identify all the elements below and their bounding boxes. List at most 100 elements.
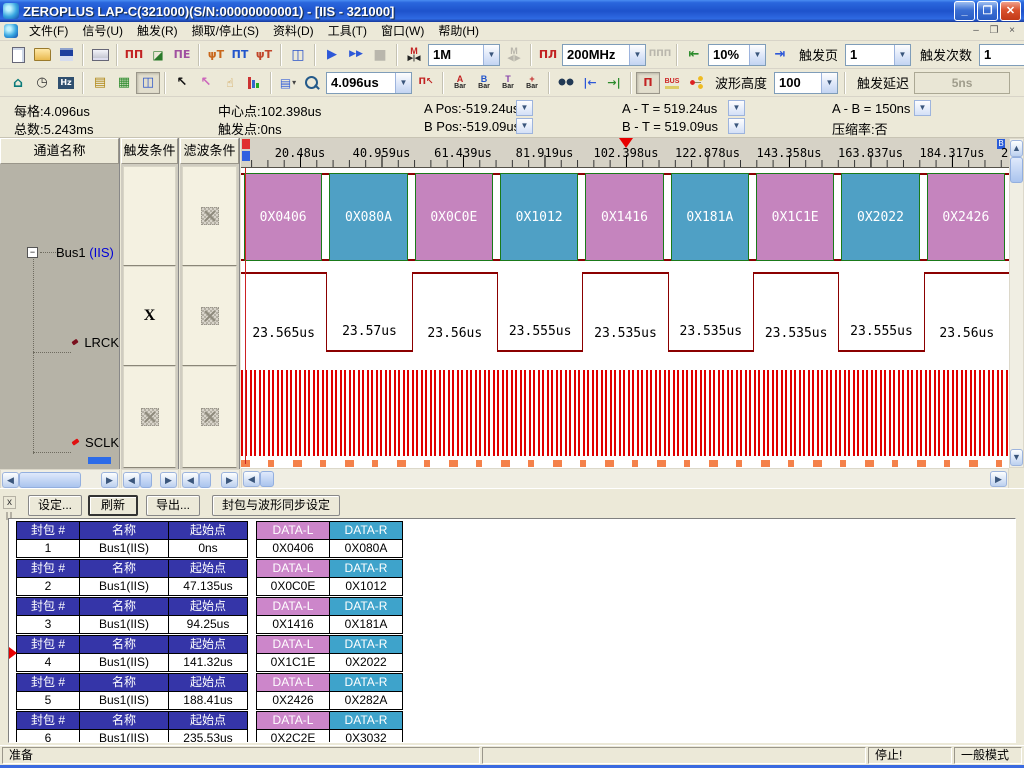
scroll-thumb[interactable] [19, 472, 81, 488]
bus-value-block[interactable]: 0X181A [671, 173, 749, 261]
bus-waveform-row[interactable]: 0X04060X080A0X0C0E0X10120X14160X181A0X1C… [241, 168, 1009, 266]
channel-row-sclk[interactable]: SCLK [0, 432, 119, 452]
trigger-cursor-icon[interactable]: П↖ [414, 72, 438, 94]
packet-item[interactable]: 封包 #名称起始点DATA-LDATA-R3Bus1(IIS)94.25us0X… [16, 597, 406, 633]
mdi-close-button[interactable]: × [1004, 24, 1020, 38]
clock-icon[interactable]: ◷ [30, 72, 54, 94]
event-trigger-icon[interactable]: ПE [170, 44, 194, 66]
pulse-width-trigger-icon[interactable]: ПП [122, 44, 146, 66]
bus-value-block[interactable]: 0X0406 [244, 173, 322, 261]
dropdown-arrow-icon[interactable]: ▼ [821, 73, 837, 93]
wave-display-mode-icon[interactable]: ▤▾ [276, 72, 300, 94]
mdi-minimize-button[interactable]: – [968, 24, 984, 38]
scroll-thumb[interactable] [1010, 157, 1023, 183]
zoom-tool-icon[interactable] [300, 72, 324, 94]
waveform-hscrollbar[interactable]: ◀ ▶ [241, 468, 1009, 489]
dropdown-arrow-icon[interactable]: ▼ [483, 45, 499, 65]
settings-button[interactable]: 设定... [28, 495, 82, 516]
multi-select-tool-icon[interactable]: ↖ [194, 72, 218, 94]
navigator-window-icon[interactable]: ◫ [136, 72, 160, 94]
export-button[interactable]: 导出... [146, 495, 200, 516]
trigger-mark-t-icon[interactable]: ПT [228, 44, 252, 66]
dropdown-arrow-icon[interactable]: ▼ [749, 45, 765, 65]
display-range-select[interactable]: 4.096us▼ [326, 72, 412, 94]
menu-item[interactable]: 窗口(W) [374, 22, 431, 40]
a-bar-icon[interactable]: ABar [448, 72, 472, 94]
ruler-edge-marker-left[interactable] [242, 139, 250, 149]
scroll-thumb[interactable] [199, 472, 211, 488]
signal-activity-icon[interactable]: ◪ [146, 44, 170, 66]
bus-value-block[interactable]: 0X1012 [500, 173, 578, 261]
menu-item[interactable]: 触发(R) [130, 22, 185, 40]
trigger-cell-sclk[interactable] [123, 366, 176, 468]
waveform-window-icon[interactable]: ▤ [88, 72, 112, 94]
sample-rate-select[interactable]: 200MHz▼ [562, 44, 646, 66]
menu-item[interactable]: 工具(T) [321, 22, 374, 40]
zoom-percent-select[interactable]: 10%▼ [708, 44, 766, 66]
stop-icon[interactable]: ■ [368, 44, 392, 66]
menu-item[interactable]: 帮助(H) [431, 22, 486, 40]
channel-row-lrck[interactable]: LRCK [0, 332, 119, 352]
bar-stats-icon[interactable] [242, 72, 266, 94]
frequency-meter-icon[interactable]: Hz [54, 72, 78, 94]
expand-right-icon[interactable]: ⇥ [768, 44, 792, 66]
run-icon[interactable]: ▶ [320, 44, 344, 66]
packet-value-row[interactable]: 4Bus1(IIS)141.32us0X1C1E0X2022 [16, 653, 406, 671]
find-icon[interactable] [554, 72, 578, 94]
menu-item[interactable]: 资料(D) [266, 22, 321, 40]
packet-item[interactable]: 封包 #名称起始点DATA-LDATA-R2Bus1(IIS)47.135us0… [16, 559, 406, 595]
packet-item[interactable]: 封包 #名称起始点DATA-LDATA-R4Bus1(IIS)141.32us0… [16, 635, 406, 671]
menu-item[interactable]: 信号(U) [75, 22, 130, 40]
trigger-column-hscrollbar[interactable]: ◀ ▶ [121, 469, 179, 490]
packet-value-row[interactable]: 2Bus1(IIS)47.135us0X0C0E0X1012 [16, 577, 406, 595]
waveform-display[interactable]: B 20.48us40.959us61.439us81.919us102.398… [241, 138, 1009, 468]
listing-window-icon[interactable]: ▦ [112, 72, 136, 94]
b-t-dropdown-icon[interactable]: ▼ [728, 118, 745, 134]
scroll-right-icon[interactable]: ▶ [990, 471, 1007, 487]
scroll-down-icon[interactable]: ▼ [1010, 449, 1023, 466]
ruler-edge-marker-left-2[interactable] [242, 151, 250, 161]
compress-left-icon[interactable]: ⇤ [682, 44, 706, 66]
scroll-right-icon[interactable]: ▶ [101, 472, 118, 488]
scroll-left-icon[interactable]: ◀ [182, 472, 199, 488]
dropdown-arrow-icon[interactable]: ▼ [894, 45, 910, 65]
filter-cell-lrck[interactable] [182, 266, 237, 366]
b-bar-icon[interactable]: BBar [472, 72, 496, 94]
memory-depth-select[interactable]: 1M▼ [428, 44, 500, 66]
trigger-cell-bus1[interactable] [123, 166, 176, 266]
bus-value-block[interactable]: 0X2022 [841, 173, 919, 261]
open-file-icon[interactable] [30, 44, 54, 66]
packet-value-row[interactable]: 3Bus1(IIS)94.25us0X14160X181A [16, 615, 406, 633]
bus-packet-analyzer-icon[interactable]: ◫ [286, 44, 310, 66]
scroll-up-icon[interactable]: ▲ [1010, 140, 1023, 157]
scroll-left-icon[interactable]: ◀ [2, 472, 19, 488]
minimize-button[interactable]: _ [954, 1, 975, 21]
dropdown-arrow-icon[interactable]: ▼ [395, 73, 411, 93]
scroll-left-icon[interactable]: ◀ [243, 471, 260, 487]
packet-item[interactable]: 封包 #名称起始点DATA-LDATA-R5Bus1(IIS)188.41us0… [16, 673, 406, 709]
packet-item[interactable]: 封包 #名称起始点DATA-LDATA-R6Bus1(IIS)235.53us0… [16, 711, 406, 743]
a-b-dropdown-icon[interactable]: ▼ [914, 100, 931, 116]
waveform-vscrollbar[interactable]: ▲ ▼ [1009, 138, 1024, 468]
trigger-cell-lrck[interactable]: X [123, 266, 176, 366]
trigger-count-select[interactable]: 1▼ [979, 44, 1024, 66]
wave-height-select[interactable]: 100▼ [774, 72, 838, 94]
scroll-right-icon[interactable]: ▶ [221, 472, 238, 488]
bus-value-block[interactable]: 0X1416 [585, 173, 663, 261]
channel-panel-hscrollbar[interactable]: ◀ ▶ [0, 469, 120, 490]
new-file-icon[interactable] [6, 44, 30, 66]
b-pos-dropdown-icon[interactable]: ▼ [516, 118, 533, 134]
a-t-dropdown-icon[interactable]: ▼ [728, 100, 745, 116]
compression-wave-icon[interactable]: ПЛ [536, 44, 560, 66]
trigger-page-select[interactable]: 1▼ [845, 44, 911, 66]
scroll-left-icon[interactable]: ◀ [123, 472, 140, 488]
scroll-thumb[interactable] [260, 471, 274, 487]
memory-page-prev-icon[interactable]: M▶|◀ [402, 44, 426, 66]
packet-wave-sync-button[interactable]: 封包与波形同步设定 [212, 495, 340, 516]
a-pos-dropdown-icon[interactable]: ▼ [516, 100, 533, 116]
bus-value-block[interactable]: 0X1C1E [756, 173, 834, 261]
scroll-thumb[interactable] [140, 472, 152, 488]
scroll-right-icon[interactable]: ▶ [160, 472, 177, 488]
memory-page-next-icon[interactable]: M◀|▶ [502, 44, 526, 66]
pointer-tool-icon[interactable]: ↖ [170, 72, 194, 94]
